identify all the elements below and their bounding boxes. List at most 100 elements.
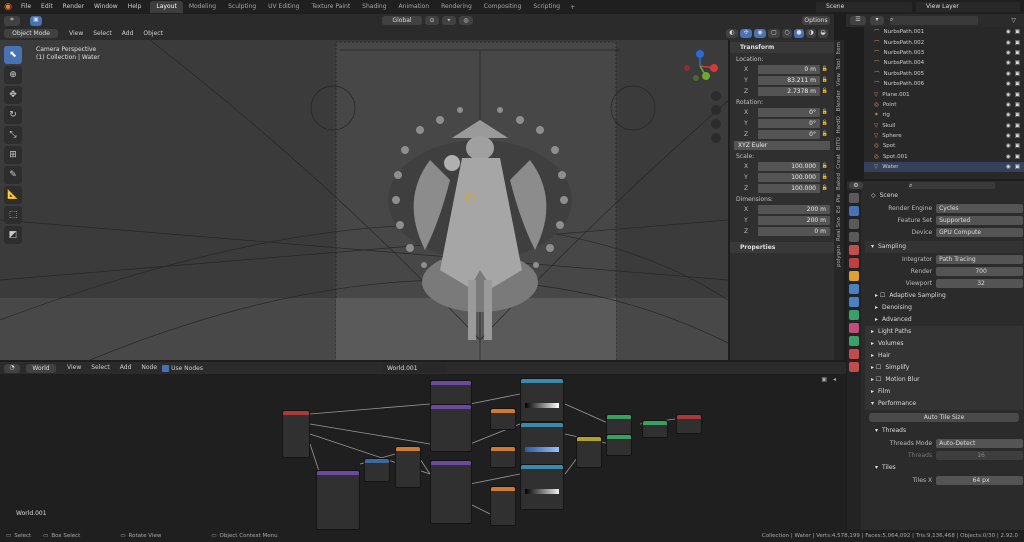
modifier-tab-icon[interactable]	[849, 284, 859, 294]
measure-tool-icon[interactable]: 📐	[4, 186, 22, 204]
snap-node-icon[interactable]: ◂	[833, 376, 836, 383]
rot-y-field[interactable]: 0°	[758, 118, 820, 128]
camera-visibility-icon[interactable]: ▣	[1015, 40, 1020, 46]
workspace-tab-uv-editing[interactable]: UV Editing	[262, 1, 305, 13]
workspace-tab-layout[interactable]: Layout	[150, 1, 183, 13]
extra-tool-icon[interactable]: ◩	[4, 226, 22, 244]
scl-lock-icon[interactable]: 🔓	[820, 163, 830, 169]
outliner-item[interactable]: ▽ Sphere ◉ ▣	[864, 131, 1024, 141]
eye-icon[interactable]: ◉	[1006, 143, 1011, 149]
rot-lock-icon[interactable]: 🔓	[820, 120, 830, 126]
outliner-item[interactable]: ⌒ NurbsPath.005 ◉ ▣	[864, 69, 1024, 79]
rot-x-field[interactable]: 0°	[758, 107, 820, 117]
rot-lock-icon[interactable]: 🔓	[820, 131, 830, 137]
node-menu-add[interactable]: Add	[115, 361, 137, 375]
eye-icon[interactable]: ◉	[1006, 102, 1011, 108]
loc-z-field[interactable]: 2.7378 m	[758, 86, 820, 96]
properties-type-button[interactable]: ⚙	[849, 182, 863, 189]
sidebar-tab-tool[interactable]: Tool	[836, 59, 842, 70]
camera-visibility-icon[interactable]: ▣	[1015, 123, 1020, 129]
eye-icon[interactable]: ◉	[1006, 164, 1011, 170]
hair-panel[interactable]: ▸ Hair	[865, 350, 1023, 362]
properties-search[interactable]: ⌕	[909, 182, 995, 189]
properties-header[interactable]: Properties	[730, 242, 834, 253]
sidebar-tab-view[interactable]: View	[836, 73, 842, 86]
eye-icon[interactable]: ◉	[1006, 112, 1011, 118]
render-shading-button[interactable]: ◒	[818, 29, 828, 38]
scene-tab-icon[interactable]	[849, 245, 859, 255]
menu-render[interactable]: Render	[58, 0, 89, 14]
eye-icon[interactable]: ◉	[1006, 123, 1011, 129]
navigation-gizmo[interactable]	[678, 46, 724, 150]
scl-x-field[interactable]: 100.000	[758, 161, 820, 171]
view-layer-selector[interactable]: View Layer	[916, 2, 1020, 12]
camera-visibility-icon[interactable]: ▣	[1015, 29, 1020, 35]
data-tab-icon[interactable]	[849, 336, 859, 346]
outliner-item[interactable]: ⌒ NurbsPath.001 ◉ ▣	[864, 27, 1024, 37]
scl-z-field[interactable]: 100.000	[758, 183, 820, 193]
sidebar-tab-hardo[interactable]: HardO	[836, 116, 842, 134]
performance-panel[interactable]: ▾ Performance	[865, 398, 1023, 410]
advanced-panel[interactable]: ▸ Advanced	[865, 314, 1023, 326]
editor-type-button[interactable]: ⌗	[4, 15, 20, 26]
node-menu-select[interactable]: Select	[86, 361, 115, 375]
scl-lock-icon[interactable]: 🔓	[820, 174, 830, 180]
workspace-tab-scripting[interactable]: Scripting	[527, 1, 566, 13]
camera-visibility-icon[interactable]: ▣	[1015, 71, 1020, 77]
display-mode-button[interactable]: ▾	[870, 16, 884, 25]
xray-button[interactable]: ▢	[768, 29, 780, 38]
viewport-menu-object[interactable]: Object	[138, 27, 168, 41]
outliner-item[interactable]: ✶ rig ◉ ▣	[864, 110, 1024, 120]
camera-visibility-icon[interactable]: ▣	[1015, 92, 1020, 98]
workspace-tab-rendering[interactable]: Rendering	[435, 1, 478, 13]
scene-selector[interactable]: Scene	[816, 2, 912, 12]
3d-viewport[interactable]: Camera Perspective (1) Collection | Wate…	[0, 40, 728, 360]
device-dropdown[interactable]: GPU Compute	[936, 228, 1023, 237]
feature-set-dropdown[interactable]: Supported	[936, 216, 1023, 225]
sampling-panel[interactable]: ▾ Sampling	[865, 241, 1023, 253]
outliner-item[interactable]: ⌒ NurbsPath.004 ◉ ▣	[864, 58, 1024, 68]
scl-lock-icon[interactable]: 🔓	[820, 185, 830, 191]
eye-icon[interactable]: ◉	[1006, 50, 1011, 56]
outliner-item[interactable]: ⌒ NurbsPath.003 ◉ ▣	[864, 48, 1024, 58]
loc-lock-icon[interactable]: 🔓	[820, 66, 830, 72]
sidebar-tab-polygon[interactable]: polygon	[836, 245, 842, 267]
rot-lock-icon[interactable]: 🔓	[820, 109, 830, 115]
filter-icon[interactable]: ▽	[1011, 17, 1016, 24]
select-mode-button[interactable]: ▣	[30, 15, 42, 26]
render-tab-icon[interactable]	[849, 206, 859, 216]
workspace-tab-shading[interactable]: Shading	[356, 1, 392, 13]
outliner-type-button[interactable]: ☰	[850, 16, 866, 25]
camera-visibility-icon[interactable]: ▣	[1015, 60, 1020, 66]
scale-tool-icon[interactable]: ⤡	[4, 126, 22, 144]
rotate-tool-icon[interactable]: ↻	[4, 106, 22, 124]
film-panel[interactable]: ▸ Film	[865, 386, 1023, 398]
workspace-tab-texture-paint[interactable]: Texture Paint	[305, 1, 356, 13]
camera-visibility-icon[interactable]: ▣	[1015, 164, 1020, 170]
move-tool-icon[interactable]: ✥	[4, 86, 22, 104]
outliner-item[interactable]: ▽ Plane.001 ◉ ▣	[864, 89, 1024, 99]
eye-icon[interactable]: ◉	[1006, 29, 1011, 35]
viewport-menu-select[interactable]: Select	[88, 27, 117, 41]
workspace-tab-compositing[interactable]: Compositing	[478, 1, 528, 13]
texture-tab-icon[interactable]	[849, 362, 859, 372]
transform-tool-icon[interactable]: ⊞	[4, 146, 22, 164]
integrator-dropdown[interactable]: Path Tracing	[936, 255, 1023, 264]
snap-button[interactable]: ⌖	[442, 16, 456, 25]
outliner-item[interactable]: ⌒ NurbsPath.006 ◉ ▣	[864, 79, 1024, 89]
eye-icon[interactable]: ◉	[1006, 71, 1011, 77]
proportional-edit-button[interactable]: ◎	[459, 16, 473, 25]
threads-mode-dropdown[interactable]: Auto-Detect	[936, 439, 1023, 448]
material-shading-button[interactable]: ◑	[806, 29, 816, 38]
tiles-x-field[interactable]: 64 px	[936, 476, 1023, 485]
object-tab-icon[interactable]	[849, 271, 859, 281]
camera-visibility-icon[interactable]: ▣	[1015, 50, 1020, 56]
camera-visibility-icon[interactable]: ▣	[1015, 81, 1020, 87]
eye-icon[interactable]: ◉	[1006, 60, 1011, 66]
threads-field[interactable]: 16	[936, 451, 1023, 460]
use-nodes-checkbox[interactable]: Use Nodes	[162, 364, 203, 372]
tool-tab-icon[interactable]	[849, 193, 859, 203]
sidebar-tab-blender[interactable]: Blender	[836, 90, 842, 111]
world-datablock-field[interactable]: World.001	[382, 363, 447, 373]
menu-file[interactable]: File	[16, 0, 36, 14]
